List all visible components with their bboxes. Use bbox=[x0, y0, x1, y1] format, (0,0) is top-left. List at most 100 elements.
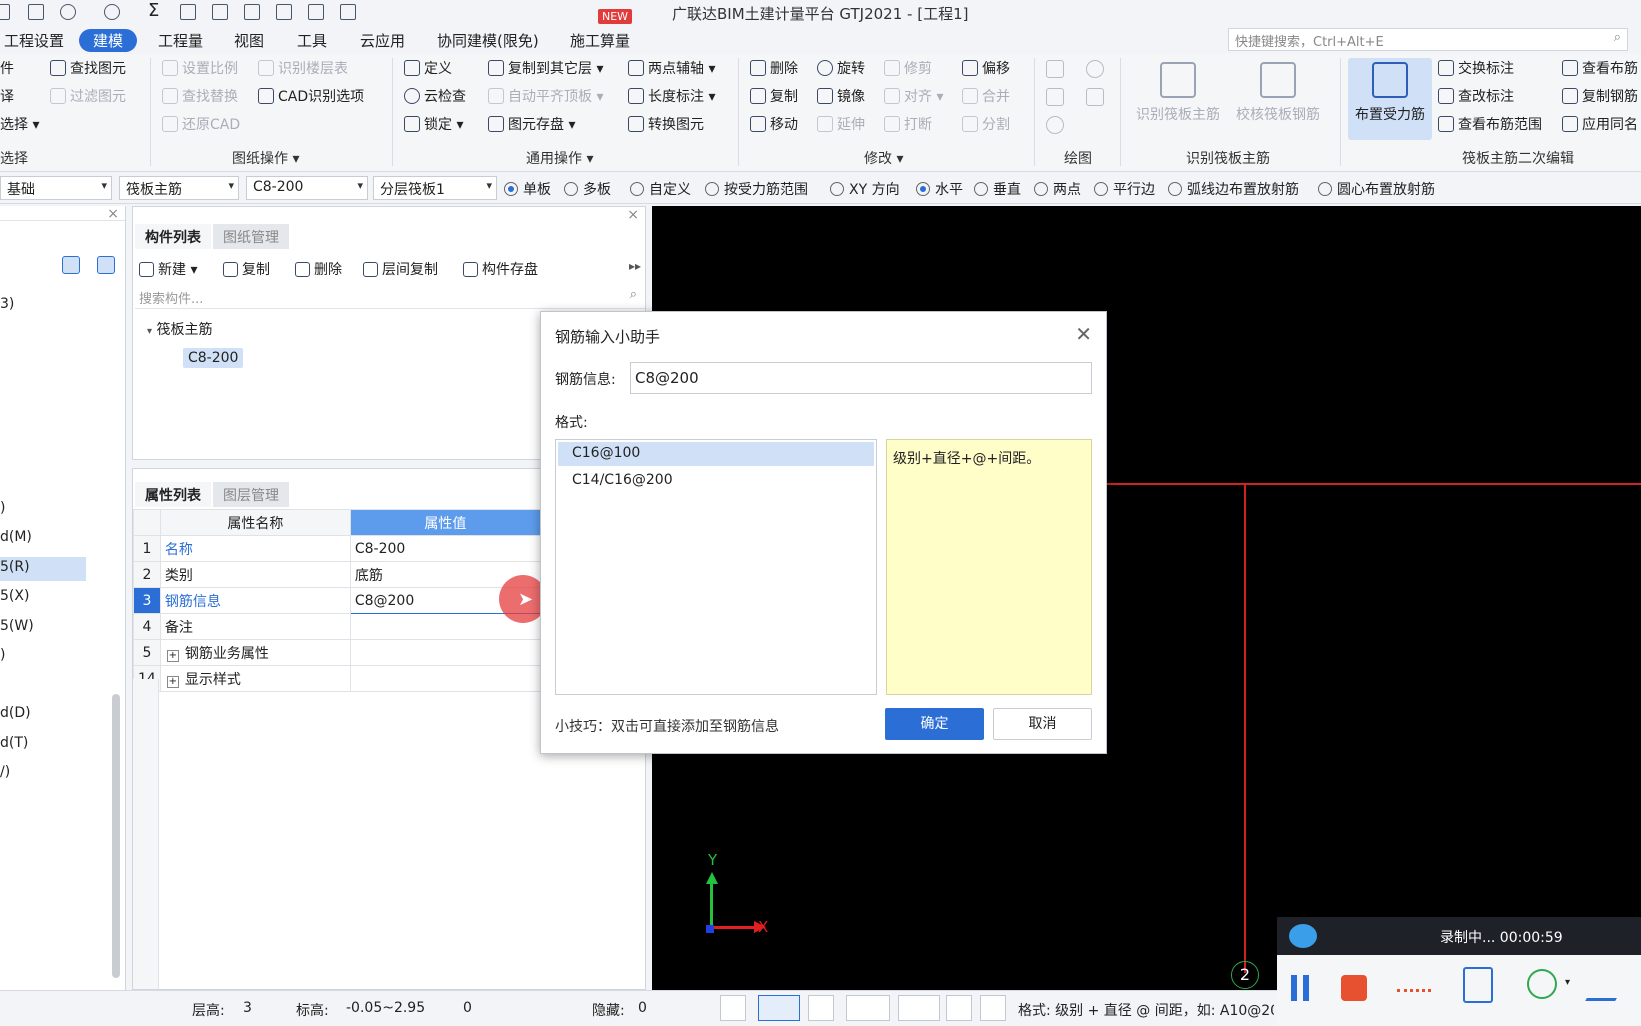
view-range-button[interactable]: 查看布筋范围 bbox=[1438, 114, 1542, 136]
menu-cloud[interactable]: 云应用 bbox=[346, 29, 419, 52]
table-row[interactable]: 1 名称 C8-200 bbox=[133, 535, 542, 562]
auto-align-top-button[interactable]: 自动平齐顶板 ▾ bbox=[488, 86, 603, 108]
grid-icon[interactable] bbox=[244, 4, 260, 20]
property-value[interactable] bbox=[349, 639, 542, 666]
restore-cad-button[interactable]: 还原CAD bbox=[162, 114, 240, 136]
nav-item[interactable]: d(M) bbox=[0, 527, 86, 551]
ortho-icon[interactable] bbox=[720, 995, 746, 1021]
nav-item[interactable]: 5(W) bbox=[0, 616, 86, 640]
tree-node-raft-main-rebar[interactable]: ▾ 筏板主筋 bbox=[147, 319, 212, 339]
list-view-icon[interactable] bbox=[62, 256, 80, 274]
more-icon[interactable]: ▸▸ bbox=[629, 259, 641, 273]
radio-custom[interactable]: 自定义 bbox=[630, 179, 691, 199]
offset-snap-icon[interactable] bbox=[898, 995, 940, 1021]
ribbon-partial-3[interactable]: 选择 ▾ bbox=[0, 114, 39, 136]
offset-button[interactable]: 偏移 bbox=[962, 58, 1010, 80]
nav-item[interactable]: 5(X) bbox=[0, 586, 86, 610]
snap-icon[interactable] bbox=[758, 995, 800, 1021]
quick-search-input[interactable]: 快捷键搜索，Ctrl+Alt+E ⌕ bbox=[1228, 28, 1628, 51]
report-icon[interactable] bbox=[180, 4, 196, 20]
curve-icon[interactable] bbox=[980, 995, 1006, 1021]
copy-to-floor-button[interactable]: 复制到其它层 ▾ bbox=[488, 58, 603, 80]
move-button[interactable]: 移动 bbox=[750, 114, 798, 136]
group-modify-label[interactable]: 修改 ▾ bbox=[864, 148, 903, 168]
cancel-button[interactable]: 取消 bbox=[993, 708, 1092, 740]
collapse-icon[interactable]: ▾ bbox=[147, 326, 152, 337]
pen-icon[interactable] bbox=[1585, 967, 1635, 1001]
length-dim-button[interactable]: 长度标注 ▾ bbox=[628, 86, 715, 108]
extend-button[interactable]: 延伸 bbox=[817, 114, 865, 136]
menu-modeling[interactable]: 建模 bbox=[79, 29, 138, 52]
table-row[interactable]: 2 类别 底筋 bbox=[133, 561, 542, 588]
component-select[interactable]: C8-200 bbox=[246, 176, 368, 200]
swap-label-button[interactable]: 交换标注 bbox=[1438, 58, 1514, 80]
arc-icon[interactable] bbox=[1046, 116, 1064, 134]
save-icon[interactable] bbox=[28, 4, 44, 20]
radio-parallel-edge[interactable]: 平行边 bbox=[1094, 179, 1155, 199]
rect-icon[interactable] bbox=[1086, 88, 1104, 106]
film-icon[interactable] bbox=[308, 4, 324, 20]
find-element-button[interactable]: 查找图元 bbox=[50, 58, 126, 80]
radio-xy-direction[interactable]: XY 方向 bbox=[830, 179, 900, 199]
radio-center-radial[interactable]: 圆心布置放射筋 bbox=[1318, 179, 1435, 199]
table-row[interactable]: 4 备注 bbox=[133, 613, 542, 640]
filter-element-button[interactable]: 过滤图元 bbox=[50, 86, 126, 108]
menu-project-settings[interactable]: 工程设置 bbox=[0, 29, 78, 52]
property-value[interactable] bbox=[349, 665, 542, 692]
nav-item[interactable]: 3) bbox=[0, 294, 86, 318]
radio-single-board[interactable]: 单板 bbox=[504, 179, 551, 199]
format-item[interactable]: C14/C16@200 bbox=[558, 469, 874, 493]
floor-type-select[interactable]: 基础 bbox=[0, 176, 112, 200]
nav-item[interactable]: ) bbox=[0, 498, 86, 522]
identify-raft-main-rebar-button[interactable]: 识别筏板主筋 bbox=[1130, 58, 1226, 140]
layer-select[interactable]: 分层筏板1 bbox=[373, 176, 497, 200]
check-raft-rebar-button[interactable]: 校核筏板钢筋 bbox=[1230, 58, 1326, 140]
clock-icon[interactable] bbox=[1086, 60, 1104, 78]
radio-arc-radial[interactable]: 弧线边布置放射筋 bbox=[1168, 179, 1299, 199]
ribbon-partial-1[interactable]: 件 bbox=[0, 58, 14, 80]
table-row[interactable]: 5 + 钢筋业务属性 bbox=[133, 639, 542, 666]
rebar-info-input[interactable] bbox=[630, 362, 1092, 394]
set-scale-button[interactable]: 设置比例 bbox=[162, 58, 238, 80]
new-component-button[interactable]: 新建 ▾ bbox=[139, 259, 197, 279]
menu-construction[interactable]: 施工算量 bbox=[556, 29, 644, 52]
stop-icon[interactable] bbox=[1341, 975, 1367, 1001]
detail-view-icon[interactable] bbox=[97, 256, 115, 274]
angle-icon[interactable] bbox=[846, 995, 890, 1021]
element-save-button[interactable]: 图元存盘 ▾ bbox=[488, 114, 575, 136]
floor-copy-button[interactable]: 层间复制 bbox=[363, 259, 438, 279]
convert-element-button[interactable]: 转换图元 bbox=[628, 114, 704, 136]
ribbon-partial-2[interactable]: 译 bbox=[0, 86, 14, 108]
delete-button[interactable]: 删除 bbox=[750, 58, 798, 80]
tab-layer-management[interactable]: 图层管理 bbox=[213, 482, 289, 507]
copy-button[interactable]: 复制 bbox=[750, 86, 798, 108]
tab-drawing-management[interactable]: 图纸管理 bbox=[213, 224, 289, 249]
component-type-select[interactable]: 筏板主筋 bbox=[119, 176, 239, 200]
radio-vertical[interactable]: 垂直 bbox=[974, 179, 1021, 199]
nav-item[interactable]: d(D) bbox=[0, 703, 86, 727]
tab-property-list[interactable]: 属性列表 bbox=[135, 482, 211, 507]
align-button[interactable]: 对齐 ▾ bbox=[884, 86, 943, 108]
radio-two-points[interactable]: 两点 bbox=[1034, 179, 1081, 199]
format-item[interactable]: C16@100 bbox=[558, 442, 874, 466]
pause-icon[interactable] bbox=[1291, 975, 1309, 1001]
expand-icon[interactable]: + bbox=[166, 675, 179, 688]
trim-button[interactable]: 修剪 bbox=[884, 58, 932, 80]
redo-icon[interactable] bbox=[104, 4, 120, 20]
edit-label-button[interactable]: 查改标注 bbox=[1438, 86, 1514, 108]
expand-icon[interactable]: + bbox=[166, 649, 179, 662]
nav-item[interactable]: d(T) bbox=[0, 733, 86, 757]
annotate-icon[interactable] bbox=[1463, 967, 1493, 1003]
table-row[interactable]: 14 +显示样式 bbox=[133, 665, 542, 692]
find-replace-button[interactable]: 查找替换 bbox=[162, 86, 238, 108]
tree-leaf-c8-200[interactable]: C8-200 bbox=[183, 348, 244, 368]
apply-same-name-button[interactable]: 应用同名 bbox=[1562, 114, 1638, 136]
component-search-input[interactable]: 搜索构件... ⌕ bbox=[135, 285, 645, 309]
split-button[interactable]: 分割 bbox=[962, 114, 1010, 136]
lock-button[interactable]: 锁定 ▾ bbox=[404, 114, 463, 136]
define-button[interactable]: 定义 bbox=[404, 58, 452, 80]
place-stress-rebar-button[interactable]: 布置受力筋 bbox=[1348, 58, 1432, 140]
mirror-button[interactable]: 镜像 bbox=[817, 86, 865, 108]
radio-horizontal[interactable]: 水平 bbox=[916, 179, 963, 199]
dropdown-icon[interactable]: ▾ bbox=[1565, 977, 1570, 988]
